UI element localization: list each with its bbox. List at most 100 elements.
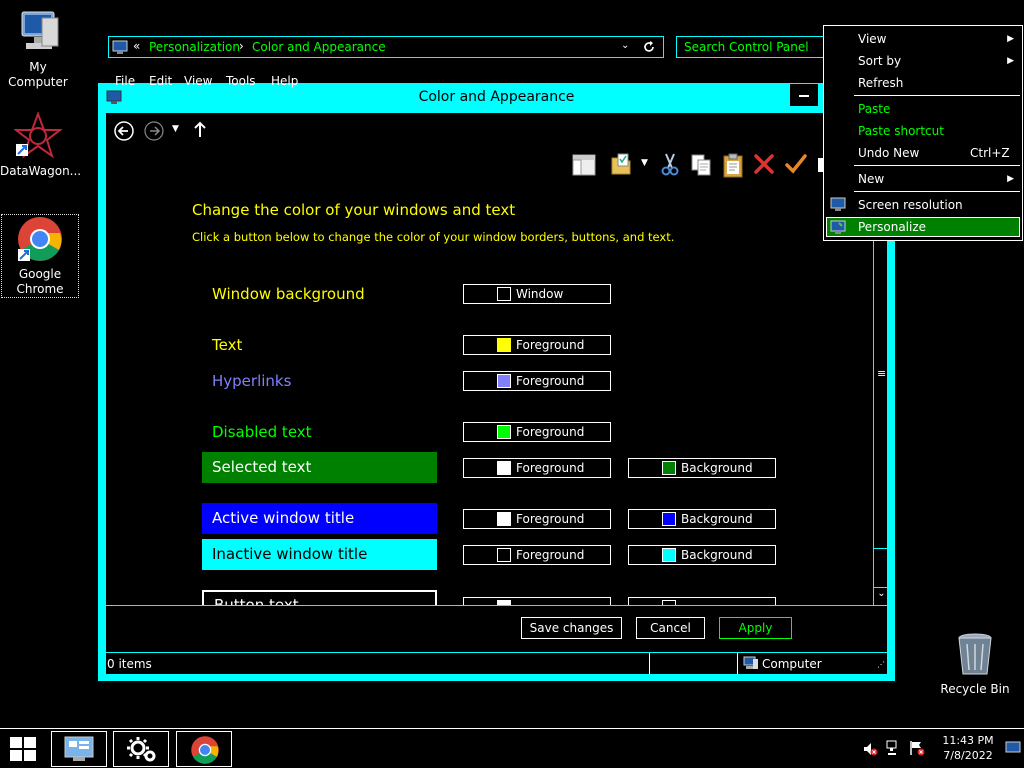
taskbar-settings[interactable] [113,731,169,767]
label-hyperlinks[interactable]: Hyperlinks [202,366,437,397]
button-text-background-button[interactable] [628,597,776,605]
button-label: Foreground [516,374,585,388]
button-text-foreground-clip [463,597,611,605]
save-changes-button[interactable]: Save changes [521,617,622,639]
datawagon-logo-icon [13,111,63,160]
resize-grip-icon[interactable]: ⋰ [877,660,885,669]
submenu-arrow-icon: ▶ [1007,56,1014,66]
recent-pages-chevron-icon[interactable]: ▼ [172,124,179,134]
label-inactive-window-title: Inactive window title [202,539,437,570]
recycle-bin-icon [951,630,999,678]
hyperlinks-foreground-button[interactable]: Foreground [463,371,611,391]
menu-help[interactable]: Help [271,74,298,88]
button-label: Window [516,287,564,301]
minimize-button[interactable] [790,84,818,106]
inactive-title-background-button[interactable]: Background [628,545,776,565]
page-subheading: Click a button below to change the color… [192,230,675,244]
scroll-down-chevron-icon[interactable]: ⌄ [874,587,889,605]
window-color-button[interactable]: Window [463,284,611,304]
status-item-count: 0 items [107,657,152,671]
button-label: Background [681,461,753,475]
copy-icon[interactable] [690,153,712,180]
scroll-thumb-grip-icon[interactable]: ≡ [877,367,886,380]
address-bar[interactable]: « Personalization › Color and Appearance… [108,36,664,58]
context-menu-personalize-highlight[interactable]: Personalize [826,217,1020,237]
cancel-button[interactable]: Cancel [636,617,705,639]
folder-options-chevron-icon[interactable]: ▼ [641,158,648,168]
button-label: Foreground [516,461,585,475]
desktop-icon-recycle-bin[interactable]: Recycle Bin [937,630,1013,697]
button-text-foreground-button[interactable] [463,597,611,605]
computer-icon [14,8,62,56]
context-menu-screen-resolution[interactable]: Screen resolution [858,198,963,212]
text-foreground-button[interactable]: Foreground [463,335,611,355]
active-title-background-button[interactable]: Background [628,509,776,529]
label-disabled-text: Disabled text [212,423,312,441]
color-swatch [497,374,511,388]
network-icon[interactable] [886,740,902,759]
context-menu-paste[interactable]: Paste [858,102,890,116]
search-control-panel-input[interactable]: Search Control Panel [676,36,836,58]
status-location: Computer [762,657,822,671]
desktop-icon-my-computer[interactable]: My Computer [0,8,76,90]
disabled-text-foreground-button[interactable]: Foreground [463,422,611,442]
menu-view[interactable]: View [184,74,212,88]
color-swatch [497,548,511,562]
gears-icon [126,734,158,767]
color-swatch [497,461,511,475]
context-menu-sort-by[interactable]: Sort by [858,54,901,68]
label-text: Text [212,336,243,354]
apply-button[interactable]: Apply [719,617,792,639]
up-arrow-icon[interactable] [192,121,208,142]
clock-time: 11:43 PM [942,734,994,747]
breadcrumb-prefix: « [133,39,141,53]
properties-check-icon[interactable] [784,152,808,179]
clock[interactable]: 11:43 PM 7/8/2022 [938,733,998,763]
paste-clipboard-icon[interactable] [721,152,745,181]
refresh-icon[interactable] [642,40,656,57]
back-button[interactable] [114,121,134,144]
button-label: Foreground [516,338,585,352]
context-menu-undo-new[interactable]: Undo New [858,146,919,160]
desktop-icon-datawagon[interactable]: DataWagon... [0,111,81,179]
menu-edit[interactable]: Edit [149,74,172,88]
breadcrumb-personalization[interactable]: Personalization [149,40,240,54]
desktop-icon-label: Recycle Bin [940,682,1010,696]
selected-text-foreground-button[interactable]: Foreground [463,458,611,478]
vertical-scrollbar[interactable]: ≡ ⌄ [873,233,889,605]
cut-scissors-icon[interactable] [660,152,680,179]
address-dropdown-chevron-icon[interactable]: ⌄ [621,40,629,51]
label-window-background: Window background [212,285,365,303]
search-placeholder: Search Control Panel [684,40,809,54]
layout-pane-icon[interactable] [572,154,596,179]
action-center-flag-icon[interactable] [909,740,925,759]
page-heading: Change the color of your windows and tex… [192,201,516,219]
menu-tools[interactable]: Tools [226,74,256,88]
context-menu-new[interactable]: New [858,172,884,186]
color-swatch [662,461,676,475]
window-title: Color and Appearance [418,89,575,105]
inactive-title-foreground-button[interactable]: Foreground [463,545,611,565]
selected-text-background-button[interactable]: Background [628,458,776,478]
context-menu-paste-shortcut[interactable]: Paste shortcut [858,124,944,138]
taskbar-control-panel[interactable] [51,731,107,767]
delete-x-icon[interactable] [753,153,775,178]
menu-file[interactable]: File [115,74,135,88]
context-menu-view[interactable]: View [858,32,886,46]
show-desktop-icon[interactable] [1005,741,1021,758]
label-selected-text: Selected text [202,452,437,483]
context-menu-refresh[interactable]: Refresh [858,76,903,90]
forward-button[interactable] [144,121,164,144]
start-windows-icon[interactable] [8,735,38,766]
folder-options-icon[interactable] [610,152,632,179]
volume-muted-icon[interactable] [862,741,878,760]
color-swatch [497,338,511,352]
color-swatch [497,425,511,439]
computer-status-icon [743,656,759,673]
desktop-icon-google-chrome[interactable]: Google Chrome [1,214,79,298]
active-title-foreground-button[interactable]: Foreground [463,509,611,529]
taskbar-chrome[interactable] [176,731,232,767]
color-swatch [662,512,676,526]
breadcrumb-color-appearance[interactable]: Color and Appearance [252,40,386,54]
footer-divider [106,605,889,606]
